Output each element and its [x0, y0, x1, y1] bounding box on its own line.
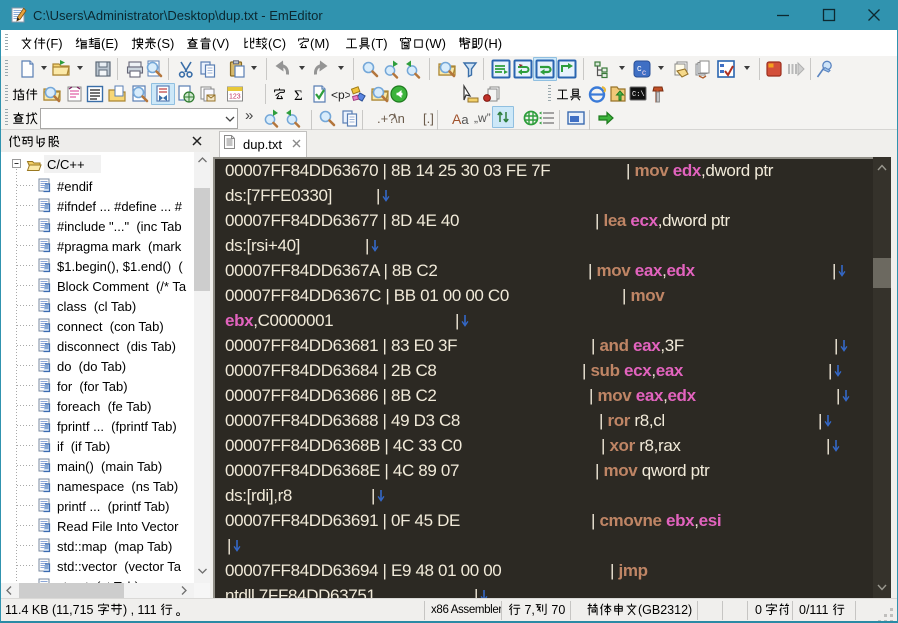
- svg-text:Σ: Σ: [294, 88, 303, 104]
- svg-text:C:\: C:\: [632, 91, 645, 99]
- svg-text:123: 123: [229, 94, 241, 101]
- svg-text:c: c: [642, 68, 646, 77]
- svg-text:<p>: <p>: [331, 88, 350, 102]
